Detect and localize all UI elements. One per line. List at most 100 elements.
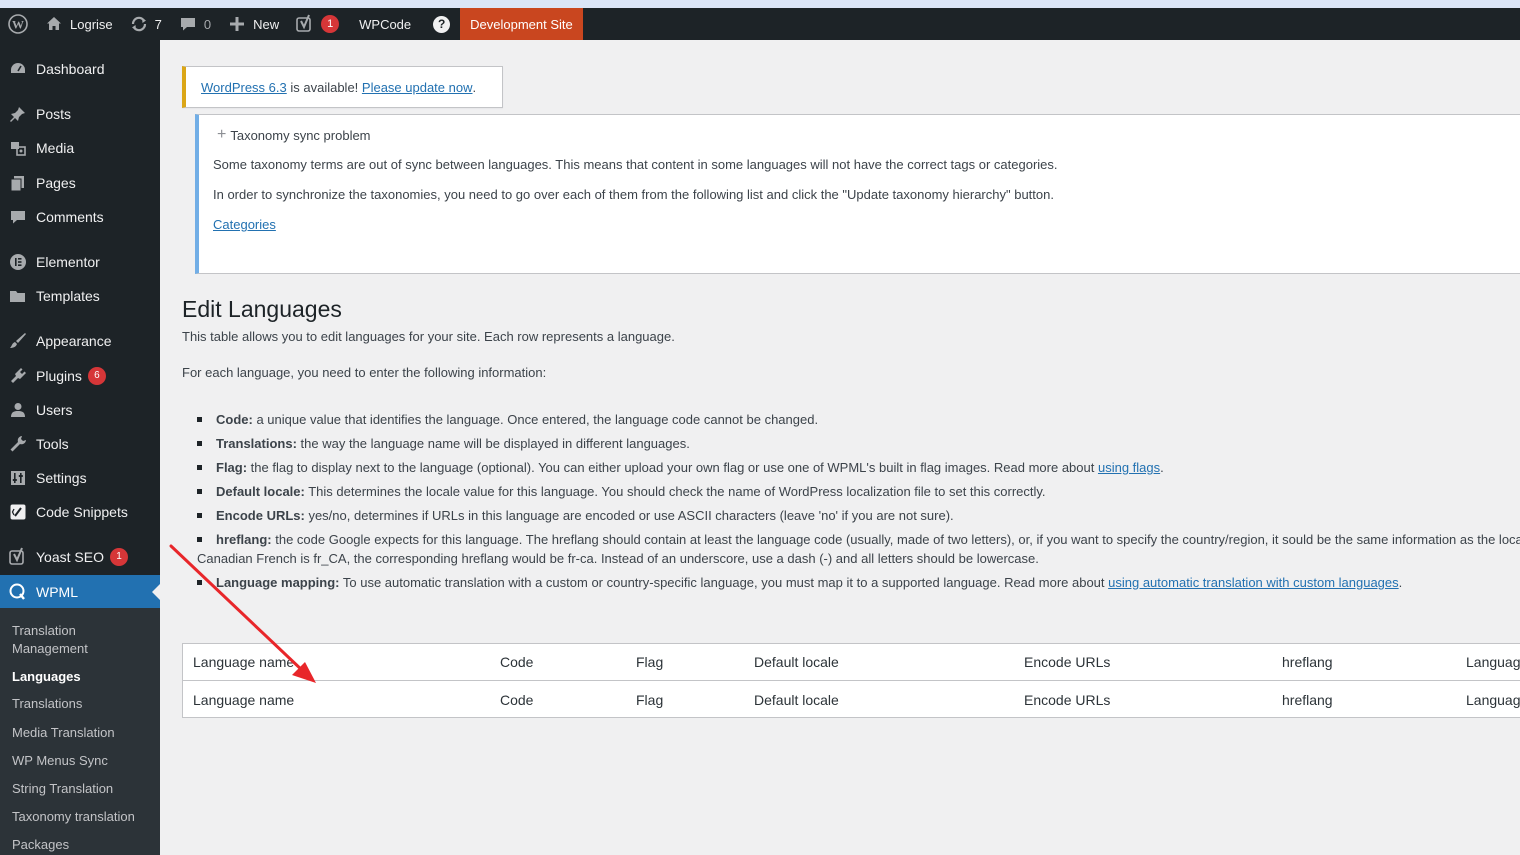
comments-link[interactable]: 0 [170,8,219,40]
new-content-link[interactable]: New [219,8,287,40]
help-icon: ? [433,15,451,33]
sidebar-item-label: Code Snippets [36,504,128,520]
wpcode-link[interactable]: WPCode [347,8,423,40]
sidebar-item-label: Settings [36,470,87,486]
bullet-text: the flag to display next to the language… [247,460,1098,475]
bullet-text: yes/no, determines if URLs in this langu… [304,508,954,523]
taxonomy-notice-line1: Some taxonomy terms are out of sync betw… [213,157,1058,172]
bullet-text: . [1160,460,1164,475]
yoast-menu-link[interactable]: 1 [287,8,347,40]
sidebar-item-users[interactable]: Users [0,393,160,427]
column-header-hreflang: hreflang [1282,654,1333,670]
svg-text:W: W [12,18,24,32]
bullet-marker [197,465,202,470]
updates-link[interactable]: 7 [121,8,170,40]
top-strip [0,0,1520,8]
site-name: Logrise [70,16,113,32]
admin-sidebar: Dashboard Posts Media Pages Comments Ele… [0,40,160,855]
categories-link[interactable]: Categories [213,217,276,232]
submenu-item-packages[interactable]: Packages [12,836,152,854]
column-header-language-name: Language name [193,654,295,670]
sidebar-item-code-snippets[interactable]: Code Snippets [0,495,160,529]
wpml-icon [0,583,36,601]
bullet-text: Canadian French is fr_CA, the correspond… [197,551,1039,566]
sidebar-item-settings[interactable]: Settings [0,461,160,495]
update-nag-notice: WordPress 6.3 is available! Please updat… [182,66,503,108]
yoast-seo-icon [0,547,36,567]
wordpress-logo-button[interactable]: W [0,8,36,40]
sidebar-item-templates[interactable]: Templates [0,279,160,313]
bullet-term: hreflang: [216,532,272,547]
bullet-text: a unique value that identifies the langu… [252,412,819,427]
sidebar-item-tools[interactable]: Tools [0,427,160,461]
sidebar-item-appearance[interactable]: Appearance [0,324,160,358]
media-icon [0,139,36,157]
pushpin-icon [0,105,36,123]
sidebar-item-comments[interactable]: Comments [0,200,160,234]
sidebar-item-elementor[interactable]: Elementor [0,245,160,279]
languages-table: Language name Code Flag Default locale E… [182,643,1520,718]
help-button[interactable]: ? [423,8,460,40]
sidebar-item-pages[interactable]: Pages [0,166,160,200]
sidebar-item-plugins[interactable]: Plugins 6 [0,359,160,393]
submenu-item-string-translation[interactable]: String Translation [12,780,152,798]
sidebar-item-posts[interactable]: Posts [0,97,160,131]
taxonomy-notice-line2: In order to synchronize the taxonomies, … [213,187,1054,202]
custom-languages-link[interactable]: using automatic translation with custom … [1108,575,1399,590]
sidebar-item-wpml[interactable]: WPML [0,575,160,609]
user-icon [0,401,36,419]
pages-icon [0,174,36,192]
bullet-text: the way the language name will be displa… [296,436,690,451]
main-content: WordPress 6.3 is available! Please updat… [160,40,1520,855]
submenu-item-wp-menus-sync[interactable]: WP Menus Sync [12,752,152,770]
sidebar-item-label: WPML [36,584,78,600]
plugin-icon [0,367,36,385]
bullet-term: Flag: [216,460,248,475]
wordpress-logo-icon: W [8,14,28,34]
comments-icon [0,208,36,226]
submenu-item-translations[interactable]: Translations [12,695,152,713]
sidebar-item-label: Posts [36,106,72,122]
taxonomy-notice-title: Taxonomy sync problem [230,127,371,143]
code-snippets-icon [0,503,36,521]
taxonomy-notice-toggle[interactable]: + Taxonomy sync problem [217,127,371,143]
sidebar-item-label: Plugins [36,368,82,384]
plus-icon [227,14,247,34]
column-footer-hreflang: hreflang [1282,692,1333,708]
bullet-marker [197,441,202,446]
admin-bar: W Logrise 7 0 New 1 WPCode ? Development… [0,8,1520,40]
page-for-each: For each language, you need to enter the… [182,365,547,380]
wordpress-version-link[interactable]: WordPress 6.3 [201,80,287,95]
using-flags-link[interactable]: using flags [1098,460,1160,475]
sidebar-item-label: Pages [36,175,76,191]
sidebar-item-media[interactable]: Media [0,131,160,165]
submenu-item-languages[interactable]: Languages [12,668,152,686]
updates-count: 7 [154,16,162,32]
column-footer-default-locale: Default locale [754,692,839,708]
new-label: New [253,16,280,32]
yoast-notification-badge: 1 [321,15,340,33]
sidebar-item-yoast-seo[interactable]: Yoast SEO 1 [0,540,160,574]
bullet-text: To use automatic translation with a cust… [339,575,1109,590]
update-nag-end: . [472,79,477,95]
yoast-seo-badge: 1 [109,548,128,566]
bullet-term: Encode URLs: [216,508,305,523]
sidebar-item-label: Comments [36,209,104,225]
submenu-item-media-translation[interactable]: Media Translation [12,724,152,742]
submenu-item-taxonomy-translation[interactable]: Taxonomy translation [12,808,152,826]
please-update-link[interactable]: Please update now [362,80,473,95]
wpml-submenu: Translation Management Languages Transla… [0,608,160,855]
submenu-item-translation-management[interactable]: Translation Management [12,622,152,658]
site-name-link[interactable]: Logrise [36,8,121,40]
bullet-marker [197,537,202,542]
column-header-language-mapping: Language [1466,654,1520,670]
home-icon [44,14,64,34]
sidebar-item-label: Appearance [36,333,112,349]
sidebar-item-dashboard[interactable]: Dashboard [0,52,160,86]
column-header-flag: Flag [636,654,664,670]
column-header-encode-urls: Encode URLs [1024,654,1111,670]
comments-count: 0 [203,16,212,32]
column-footer-language-name: Language name [193,692,295,708]
plugins-update-badge: 6 [87,367,106,385]
development-site-badge[interactable]: Development Site [460,8,583,40]
